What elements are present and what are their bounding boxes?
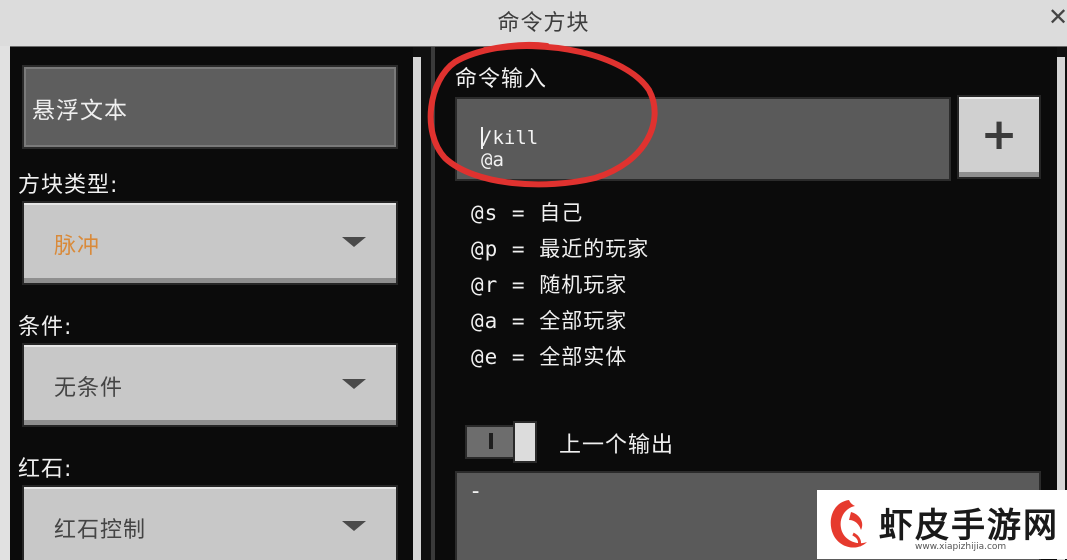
window-title: 命令方块 — [497, 11, 590, 36]
hover-text-value: 悬浮文本 — [32, 98, 128, 124]
selector-help-line: @r = 随机玩家 — [471, 273, 628, 297]
hover-text-field[interactable]: 悬浮文本 — [22, 65, 398, 149]
selector-help-line: @a = 全部玩家 — [471, 309, 628, 333]
block-type-label: 方块类型: — [18, 173, 119, 198]
selector-help-line: @s = 自己 — [471, 201, 584, 225]
previous-output-value: - — [469, 479, 483, 504]
left-scrollbar[interactable] — [413, 57, 421, 560]
condition-dropdown[interactable]: 无条件 — [22, 343, 398, 427]
command-input-label: 命令输入 — [455, 67, 548, 92]
dropdown-arrow-icon — [342, 379, 366, 389]
condition-value: 无条件 — [54, 376, 124, 401]
redstone-value: 红石控制 — [54, 518, 147, 543]
command-input[interactable]: /kill @a — [455, 97, 951, 181]
plus-icon: + — [980, 109, 1018, 160]
redstone-dropdown[interactable]: 红石控制 — [22, 485, 398, 560]
block-type-value: 脉冲 — [54, 234, 101, 259]
add-command-button[interactable]: + — [957, 95, 1041, 179]
watermark: 虾皮手游网 www.xiapizhijia.com — [817, 490, 1067, 559]
toggle-mark — [489, 433, 493, 449]
watermark-url: www.xiapizhijia.com — [915, 542, 1007, 552]
previous-output-label: 上一个输出 — [559, 433, 675, 458]
shrimp-logo-icon — [830, 500, 867, 548]
text-cursor — [481, 127, 483, 149]
previous-output-toggle[interactable] — [465, 421, 551, 463]
window-title-bar: 命令方块 ✕ — [0, 0, 1067, 46]
close-icon[interactable]: ✕ — [1046, 4, 1067, 30]
settings-panel: 悬浮文本 方块类型: 脉冲 条件: 无条件 红石: 红石控制 — [10, 47, 413, 560]
dropdown-arrow-icon — [342, 521, 366, 531]
dropdown-arrow-icon — [342, 237, 366, 247]
selector-help-line: @e = 全部实体 — [471, 345, 628, 369]
watermark-name: 虾皮手游网 — [879, 506, 1059, 546]
toggle-knob[interactable] — [513, 421, 537, 463]
selector-help-line: @p = 最近的玩家 — [471, 237, 650, 261]
redstone-label: 红石: — [18, 457, 73, 482]
right-scrollbar[interactable] — [1057, 57, 1065, 560]
block-type-dropdown[interactable]: 脉冲 — [22, 201, 398, 285]
command-block-dialog: 悬浮文本 方块类型: 脉冲 条件: 无条件 红石: 红石控制 命令输入 /kil… — [10, 46, 1067, 560]
command-panel: 命令输入 /kill @a + @s = 自己 @p = 最近的玩家 @r = … — [435, 47, 1057, 560]
command-value: /kill @a — [481, 127, 539, 171]
condition-label: 条件: — [18, 315, 73, 340]
